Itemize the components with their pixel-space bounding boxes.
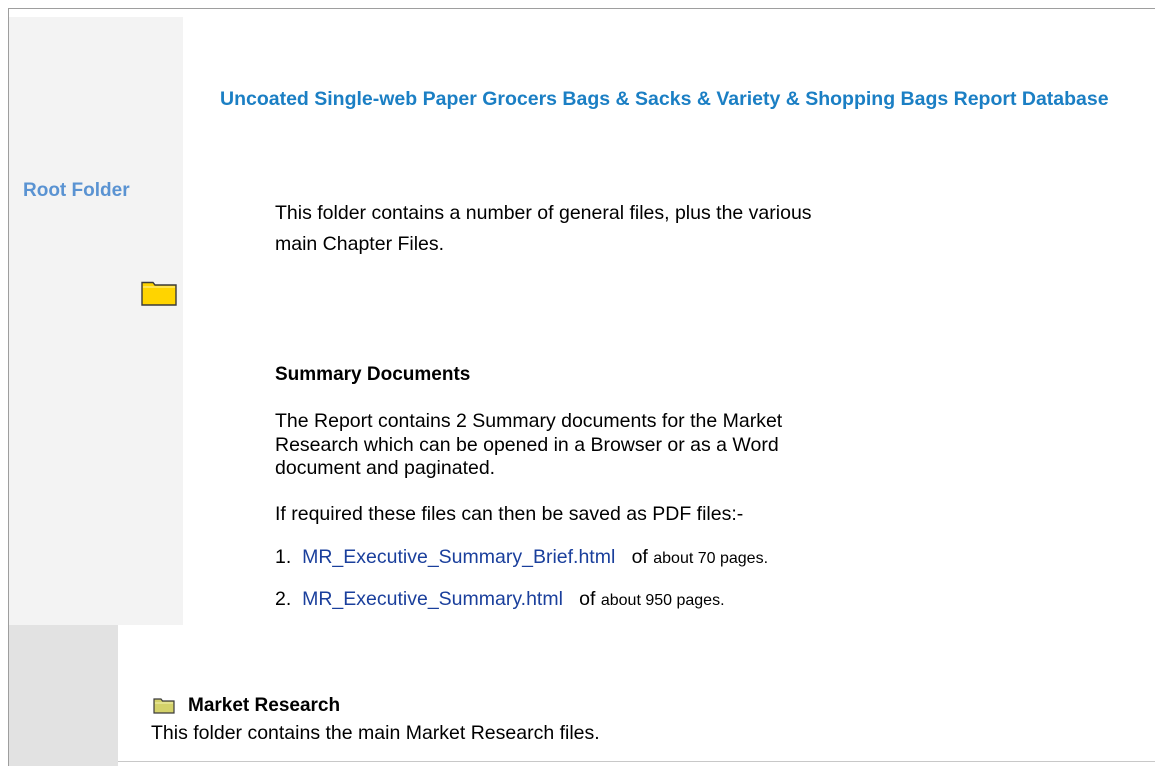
summary-desc-line-3: document and paginated. bbox=[275, 457, 496, 479]
list-number: 1. bbox=[275, 546, 292, 568]
of-label: of bbox=[631, 546, 648, 568]
folder-icon[interactable] bbox=[153, 697, 175, 714]
list-number: 2. bbox=[275, 588, 292, 610]
root-folder-sidebar bbox=[9, 17, 183, 625]
executive-summary-link[interactable]: MR_Executive_Summary.html bbox=[302, 588, 563, 610]
summary-desc-line-1: The Report contains 2 Summary documents … bbox=[275, 410, 783, 432]
summary-description: The Report contains 2 Summary documents … bbox=[275, 410, 835, 481]
bottom-divider bbox=[118, 761, 1155, 762]
folder-icon[interactable] bbox=[141, 279, 177, 306]
page-count: about 950 pages. bbox=[600, 592, 725, 609]
page-title: Uncoated Single-web Paper Grocers Bags &… bbox=[220, 88, 1109, 110]
pdf-note: If required these files can then be save… bbox=[275, 503, 744, 525]
intro-line-2: main Chapter Files. bbox=[275, 233, 445, 255]
executive-summary-brief-link[interactable]: MR_Executive_Summary_Brief.html bbox=[302, 546, 615, 568]
intro-line-1: This folder contains a number of general… bbox=[275, 202, 812, 224]
root-folder-description: This folder contains a number of general… bbox=[275, 198, 875, 260]
list-item: 1. MR_Executive_Summary_Brief.html of ab… bbox=[275, 546, 768, 569]
market-research-description: This folder contains the main Market Res… bbox=[151, 722, 600, 744]
frame-top-border bbox=[8, 8, 1155, 9]
summary-desc-line-2: Research which can be opened in a Browse… bbox=[275, 433, 779, 456]
market-research-sidebar bbox=[9, 625, 118, 766]
of-label: of bbox=[579, 588, 596, 610]
page-count: about 70 pages. bbox=[653, 550, 769, 567]
list-item: 2. MR_Executive_Summary.html of about 95… bbox=[275, 588, 725, 611]
market-research-title: Market Research bbox=[188, 695, 341, 716]
root-folder-label: Root Folder bbox=[23, 180, 130, 201]
summary-documents-heading: Summary Documents bbox=[275, 364, 471, 385]
